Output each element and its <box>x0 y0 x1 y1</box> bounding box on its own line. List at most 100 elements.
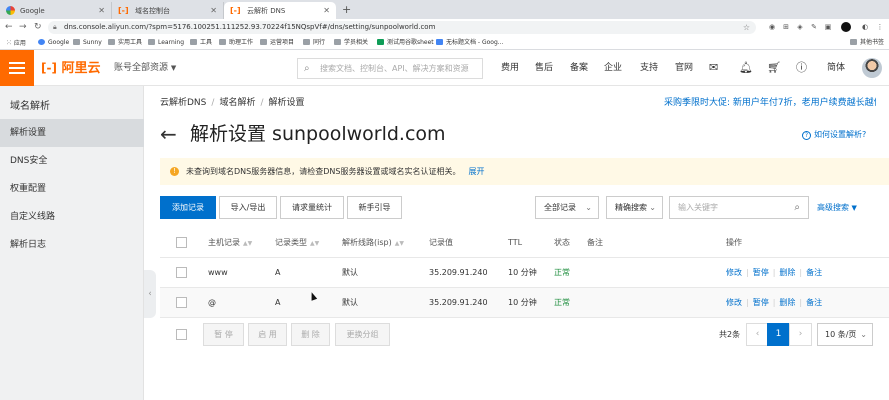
breadcrumb-item[interactable]: 云解析DNS <box>160 98 206 108</box>
breadcrumb-item[interactable]: 域名解析 <box>219 98 255 108</box>
bookmark-folder[interactable]: 同行 <box>303 38 325 48</box>
promo-link[interactable]: 采购季限时大促: 新用户年付7折，老用户续费越长越优惠 <box>664 97 876 109</box>
batch-enable-button[interactable]: 启 用 <box>248 323 287 346</box>
extension-icon[interactable]: ▣ <box>823 22 833 32</box>
bookmark-folder[interactable]: 助理工作 <box>219 38 253 48</box>
chevron-down-icon: ⌄ <box>585 203 592 212</box>
bookmark-sheet[interactable]: 测试用谷歌sheet <box>377 38 434 48</box>
bell-icon[interactable]: 🔔︎ <box>739 61 753 75</box>
row-checkbox[interactable] <box>176 297 187 308</box>
browser-tab-domain-console[interactable]: [-] 域名控制台 ✕ <box>112 2 224 19</box>
cell-type: A <box>275 298 281 307</box>
edit-link[interactable]: 修改 <box>726 298 742 307</box>
nav-enterprise[interactable]: 企业 <box>604 62 622 74</box>
advanced-search-link[interactable]: 高级搜索 ▼ <box>817 202 857 214</box>
nav-filing[interactable]: 备案 <box>570 62 588 74</box>
bookmark-folder[interactable]: 工具 <box>190 38 212 48</box>
page-size-select[interactable]: 10 条/页 ⌄ <box>817 323 873 346</box>
pause-link[interactable]: 暂停 <box>753 268 769 277</box>
bookmark-google[interactable]: Google <box>38 38 69 48</box>
request-stats-button[interactable]: 请求量统计 <box>280 196 344 219</box>
pause-link[interactable]: 暂停 <box>753 298 769 307</box>
edit-link[interactable]: 修改 <box>726 268 742 277</box>
nav-billing[interactable]: 费用 <box>501 62 519 74</box>
nav-support[interactable]: 支持 <box>640 62 658 74</box>
bookmarks-bar: ⁙ 应用 Google Sunny 实用工具 Learning 工具 助理工作 运… <box>0 36 889 50</box>
hamburger-menu-icon[interactable] <box>0 50 34 86</box>
extension-icon[interactable]: ◈ <box>795 22 805 32</box>
remark-link[interactable]: 备注 <box>806 268 822 277</box>
bookmark-apps[interactable]: ⁙ 应用 <box>6 38 26 49</box>
alert-expand-link[interactable]: 展开 <box>468 167 484 176</box>
back-icon[interactable]: ← <box>5 21 13 34</box>
bookmark-folder[interactable]: 运营项目 <box>260 38 294 48</box>
reload-icon[interactable]: ↻ <box>34 21 42 34</box>
menu-icon[interactable]: ⋮ <box>875 22 885 32</box>
beginner-guide-button[interactable]: 新手引导 <box>347 196 402 219</box>
extension-icon[interactable]: ◉ <box>767 22 777 32</box>
browser-tab-google[interactable]: Google ✕ <box>0 2 112 19</box>
remark-link[interactable]: 备注 <box>806 298 822 307</box>
bookmark-folder[interactable]: 学员相关 <box>334 38 368 48</box>
sidebar-item-weight[interactable]: 权重配置 <box>0 175 144 203</box>
page-number[interactable]: 1 <box>767 323 790 346</box>
row-checkbox[interactable] <box>176 267 187 278</box>
address-bar[interactable]: 🔒︎ dns.console.aliyun.com/?spm=5176.1002… <box>48 21 756 34</box>
star-icon[interactable]: ☆ <box>743 21 750 34</box>
nav-after-sales[interactable]: 售后 <box>535 62 553 74</box>
close-icon[interactable]: ✕ <box>98 6 105 15</box>
console-search-input[interactable]: ⌕ 搜索文档、控制台、API、解决方案和资源 <box>297 58 483 79</box>
account-resource-selector[interactable]: 账号全部资源 ▼ <box>114 62 176 74</box>
folder-icon <box>260 39 267 45</box>
sidebar-item-dns-settings[interactable]: 解析设置 <box>0 119 144 147</box>
bookmark-folder[interactable]: Sunny <box>73 38 102 48</box>
delete-link[interactable]: 删除 <box>779 268 795 277</box>
footer-select-all-checkbox[interactable] <box>176 329 187 340</box>
extension-icon[interactable]: ✎ <box>809 22 819 32</box>
alert-text: 未查询到域名DNS服务器信息，请检查DNS服务器设置或域名实名认证相关。 <box>186 167 461 176</box>
prev-page-button[interactable]: ‹ <box>746 323 769 346</box>
bookmark-folder[interactable]: Learning <box>148 38 184 48</box>
close-icon[interactable]: ✕ <box>323 6 330 15</box>
col-type[interactable]: 记录类型 ▲▼ <box>275 228 319 259</box>
cart-icon[interactable]: 🛒︎ <box>767 61 781 75</box>
bookmark-doc[interactable]: 无标题文档 - Goog... <box>436 38 504 48</box>
language-switch[interactable]: 简体 <box>827 62 845 74</box>
avatar[interactable] <box>862 58 882 78</box>
col-host[interactable]: 主机记录 ▲▼ <box>208 228 252 259</box>
batch-pause-button[interactable]: 暂 停 <box>203 323 244 346</box>
batch-delete-button[interactable]: 删 除 <box>291 323 330 346</box>
nav-official-site[interactable]: 官网 <box>675 62 693 74</box>
import-export-button[interactable]: 导入/导出 <box>219 196 277 219</box>
sidebar-item-custom-line[interactable]: 自定义线路 <box>0 203 144 231</box>
select-all-checkbox[interactable] <box>176 237 187 248</box>
forward-icon[interactable]: → <box>19 21 27 34</box>
new-tab-button[interactable]: + <box>342 3 351 16</box>
message-icon[interactable]: ✉ <box>709 61 718 75</box>
delete-link[interactable]: 删除 <box>779 298 795 307</box>
search-mode-select[interactable]: 精确搜索 ⌄ <box>606 196 663 219</box>
browser-tab-dns[interactable]: [-] 云解析 DNS ✕ <box>224 2 336 19</box>
caret-down-icon: ▼ <box>851 204 857 212</box>
bookmark-other[interactable]: 其他书签 <box>850 38 884 48</box>
sidebar-item-dns-security[interactable]: DNS安全 <box>0 147 144 175</box>
help-icon[interactable]: ⓘ <box>796 61 807 75</box>
sidebar-item-dns-log[interactable]: 解析日志 <box>0 231 144 259</box>
extension-icon[interactable]: ⊞ <box>781 22 791 32</box>
change-group-button[interactable]: 更换分组 <box>335 323 390 346</box>
help-link[interactable]: ? 如何设置解析? <box>802 129 866 140</box>
search-icon[interactable]: ⌕ <box>794 197 800 218</box>
sidebar-collapse-handle[interactable]: ‹ <box>144 270 156 318</box>
profile-icon[interactable] <box>841 22 851 32</box>
account-icon[interactable]: ◐ <box>860 22 870 32</box>
back-arrow-icon[interactable]: ← <box>160 121 177 147</box>
aliyun-logo[interactable]: [-] 阿里云 <box>41 59 101 78</box>
close-icon[interactable]: ✕ <box>210 6 217 15</box>
docs-icon <box>436 39 443 45</box>
record-filter-select[interactable]: 全部记录 ⌄ <box>535 196 599 219</box>
next-page-button[interactable]: › <box>789 323 812 346</box>
add-record-button[interactable]: 添加记录 <box>160 196 216 219</box>
bookmark-folder[interactable]: 实用工具 <box>108 38 142 48</box>
col-line[interactable]: 解析线路(isp) ▲▼ <box>342 228 404 259</box>
keyword-search-input[interactable]: 输入关键字 ⌕ <box>669 196 809 219</box>
